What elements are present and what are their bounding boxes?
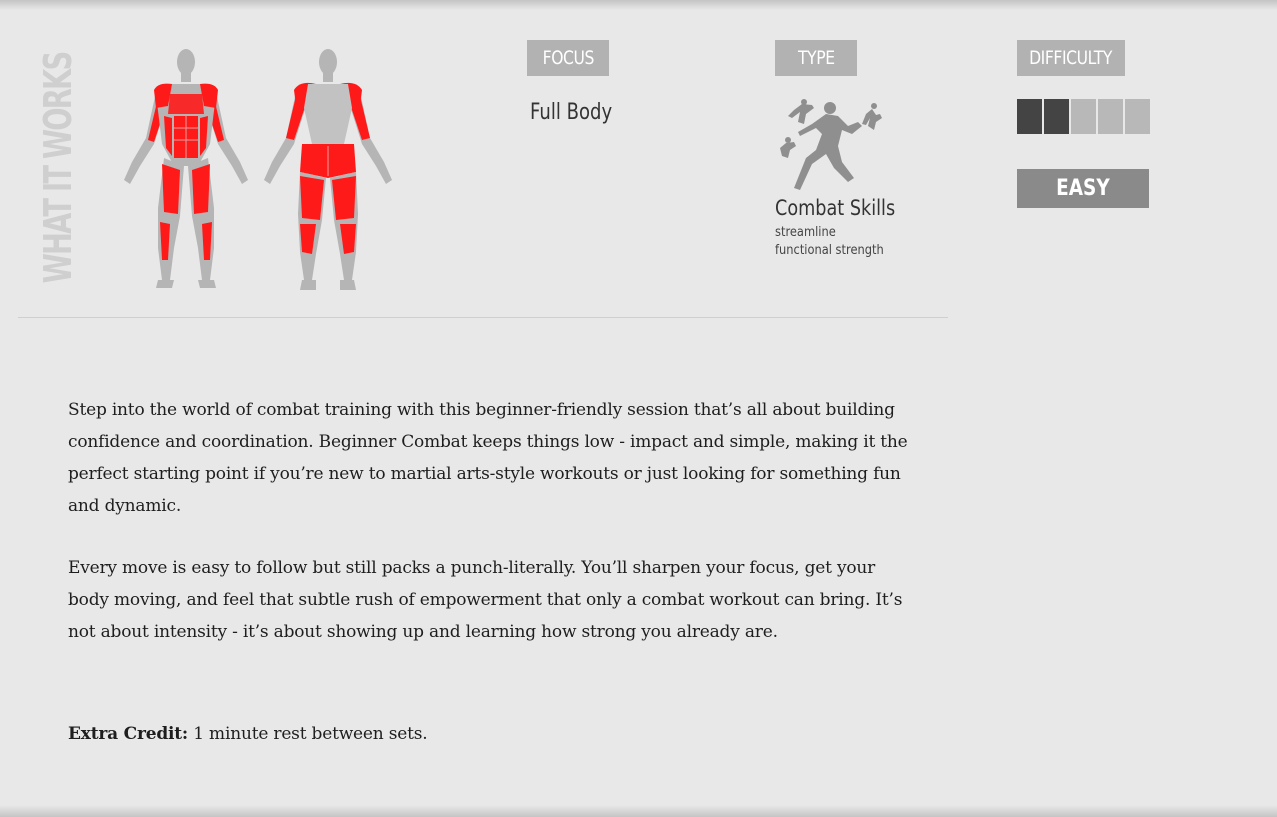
extra-credit: Extra Credit: 1 minute rest between sets… xyxy=(68,718,918,750)
description-paragraph-1: Step into the world of combat training w… xyxy=(68,400,908,516)
focus-value: Full Body xyxy=(530,100,613,125)
bottom-shadow xyxy=(0,805,1277,817)
difficulty-level-badge: EASY xyxy=(1017,169,1149,208)
type-description-line1: streamline xyxy=(775,225,836,240)
focus-label: FOCUS xyxy=(527,40,609,76)
type-description-line2: functional strength xyxy=(775,243,884,258)
section-divider xyxy=(18,317,948,318)
section-title-text: WHAT IT WORKS xyxy=(36,52,80,284)
combat-fighters-icon xyxy=(776,96,888,194)
difficulty-label: DIFFICULTY xyxy=(1017,40,1125,76)
muscle-map xyxy=(118,48,394,294)
difficulty-segment xyxy=(1071,99,1096,134)
type-label-text: TYPE xyxy=(797,47,835,69)
muscle-map-front xyxy=(124,49,248,288)
type-name: Combat Skills xyxy=(775,196,896,220)
extra-credit-label: Extra Credit: xyxy=(68,724,189,744)
difficulty-label-text: DIFFICULTY xyxy=(1029,47,1113,69)
difficulty-segment xyxy=(1044,99,1069,134)
difficulty-segment xyxy=(1125,99,1150,134)
focus-label-text: FOCUS xyxy=(542,47,594,69)
description-paragraph-2: Every move is easy to follow but still p… xyxy=(68,558,903,642)
top-shadow xyxy=(0,0,1277,10)
type-description: streamline functional strength xyxy=(775,224,884,260)
muscle-map-back xyxy=(264,49,392,290)
difficulty-segment xyxy=(1017,99,1042,134)
section-title: WHAT IT WORKS xyxy=(36,8,80,328)
difficulty-segment xyxy=(1098,99,1123,134)
difficulty-meter xyxy=(1017,99,1150,134)
type-label: TYPE xyxy=(775,40,857,76)
difficulty-level-text: EASY xyxy=(1056,176,1110,201)
extra-credit-text: 1 minute rest between sets. xyxy=(188,724,428,744)
